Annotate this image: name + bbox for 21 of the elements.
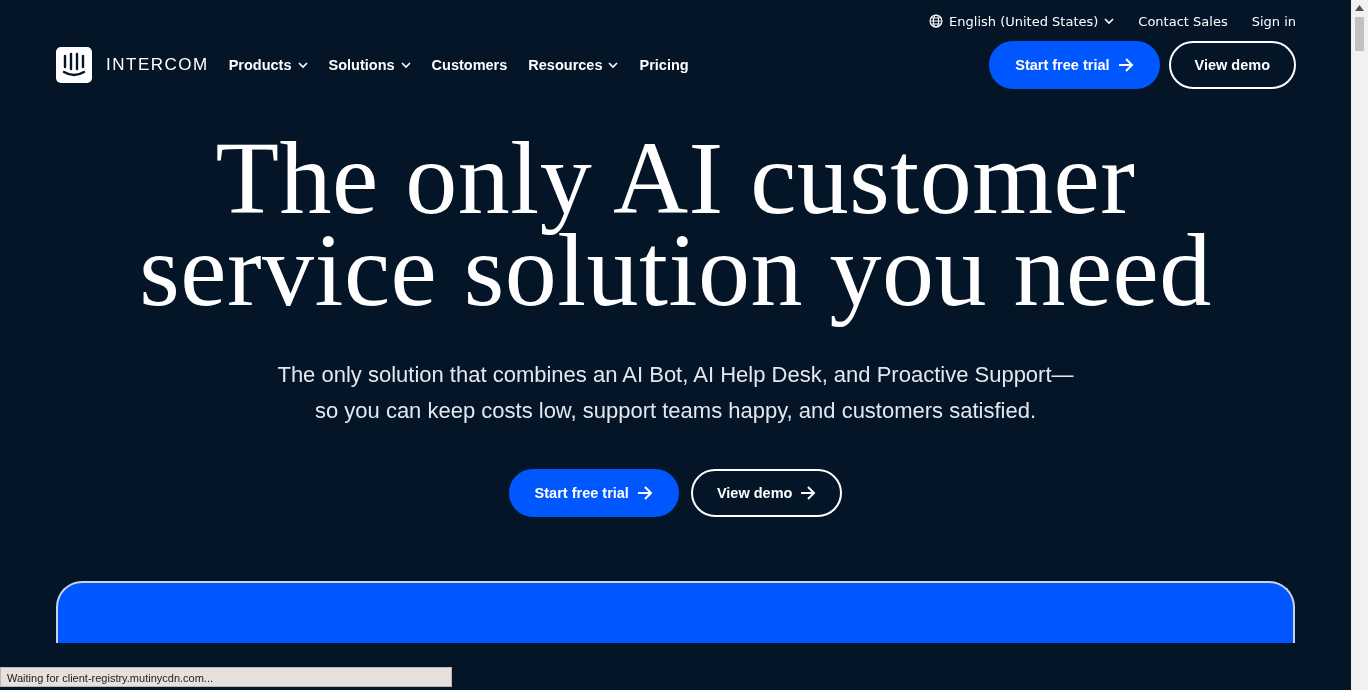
hero-subtitle: The only solution that combines an AI Bot, AI Help Desk, and Proactive Support—so you can keep costs low, support teams happy, and customers satisfied.: [276, 361, 1075, 425]
nav-item[interactable]: Solutions: [328, 57, 411, 73]
brand-name: INTERCOM: [106, 55, 209, 75]
status-bar: Waiting for client-registry.mutinycdn.com...: [0, 667, 452, 687]
scroll-up-icon: [1355, 5, 1364, 11]
view-demo-button[interactable]: View demo: [1168, 41, 1296, 89]
header-link[interactable]: Sign in: [1251, 13, 1296, 29]
start-trial-button[interactable]: Start free trial: [508, 469, 679, 517]
chevron-icon: [1104, 17, 1115, 25]
nav-item[interactable]: Pricing: [639, 57, 689, 73]
header-link[interactable]: Contact Sales: [1138, 13, 1228, 29]
start-trial-button[interactable]: Start free trial: [989, 41, 1160, 89]
language-selector[interactable]: English (United States): [929, 13, 1115, 29]
view-demo-button[interactable]: View demo: [690, 469, 843, 517]
scrollbar[interactable]: [1351, 0, 1368, 690]
globe-icon: [929, 14, 944, 28]
nav-item[interactable]: Resources: [528, 57, 619, 73]
logo-icon: [56, 47, 92, 83]
nav-item[interactable]: Customers: [431, 57, 508, 73]
nav-item[interactable]: Products: [228, 57, 308, 73]
scroll-thumb[interactable]: [1355, 17, 1364, 51]
